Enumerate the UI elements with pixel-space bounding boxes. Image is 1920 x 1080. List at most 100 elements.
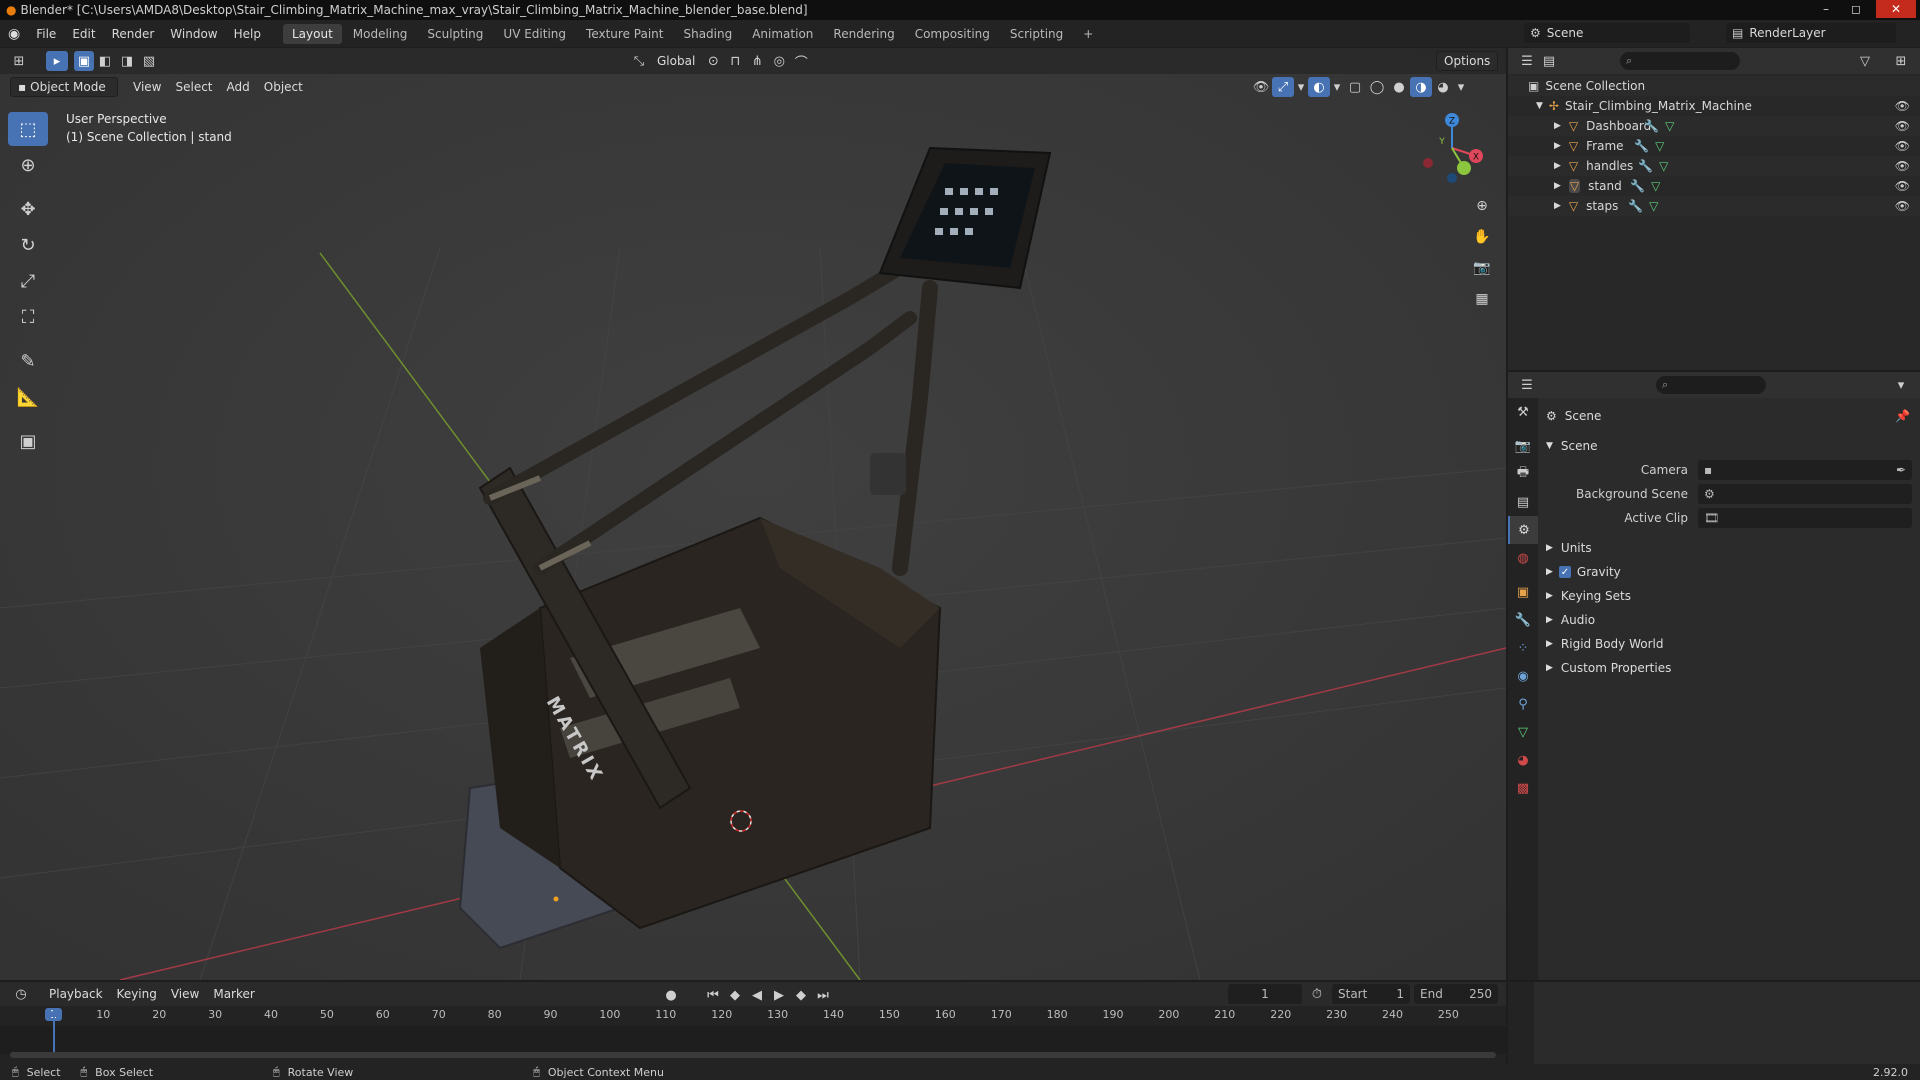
maximize-button[interactable]: ◻ bbox=[1842, 0, 1870, 18]
eye-icon[interactable]: 👁 bbox=[1895, 159, 1910, 173]
jump-end-icon[interactable]: ⏭ bbox=[812, 985, 834, 1005]
object-tab-icon[interactable]: ▣ bbox=[1508, 578, 1538, 606]
timeline-scrollbar[interactable] bbox=[10, 1052, 1496, 1058]
solid-shading-icon[interactable]: ● bbox=[1388, 77, 1410, 97]
display-mode-icon[interactable]: ▤ bbox=[1538, 51, 1560, 71]
annotate-tool-icon[interactable]: ✎ bbox=[8, 344, 48, 378]
menu-view[interactable]: View bbox=[164, 984, 206, 1004]
data-tab-icon[interactable]: ▽ bbox=[1508, 718, 1538, 746]
options-dropdown[interactable]: Options bbox=[1436, 51, 1499, 71]
proportional-edit-icon[interactable]: ◎ bbox=[768, 51, 790, 71]
properties-search-input[interactable]: ⌕ bbox=[1656, 376, 1766, 394]
world-tab-icon[interactable]: ◍ bbox=[1508, 544, 1538, 572]
custom-properties-panel-header[interactable]: ▶ Custom Properties bbox=[1546, 656, 1912, 680]
material-tab-icon[interactable]: ◕ bbox=[1508, 746, 1538, 774]
outliner-row-dashboard[interactable]: ▶ ▽ Dashboard 🔧 ▽ 👁 bbox=[1508, 116, 1920, 136]
modifier-tab-icon[interactable]: 🔧 bbox=[1508, 606, 1538, 634]
expand-right-icon[interactable]: ▶ bbox=[1554, 141, 1561, 151]
chevron-down-icon[interactable]: ▾ bbox=[1890, 375, 1912, 395]
pivot-icon[interactable]: ⊙ bbox=[702, 51, 724, 71]
pan-hand-icon[interactable]: ✋ bbox=[1468, 223, 1496, 251]
menu-keying[interactable]: Keying bbox=[110, 984, 164, 1004]
play-reverse-icon[interactable]: ◀ bbox=[746, 985, 768, 1005]
gizmo-toggle-icon[interactable]: ⤢ bbox=[1272, 77, 1294, 97]
overlay-toggle-icon[interactable]: ◐ bbox=[1308, 77, 1330, 97]
eye-icon[interactable]: 👁 bbox=[1895, 139, 1910, 153]
editor-type-icon[interactable]: ☰ bbox=[1516, 51, 1538, 71]
select-extend-icon[interactable]: ◧ bbox=[94, 51, 116, 71]
snap-target-icon[interactable]: ⋔ bbox=[746, 51, 768, 71]
tool-tab-icon[interactable]: ⚒ bbox=[1508, 398, 1538, 426]
constraints-tab-icon[interactable]: ⚲ bbox=[1508, 690, 1538, 718]
eye-icon[interactable]: 👁 bbox=[1895, 179, 1910, 193]
menu-file[interactable]: File bbox=[28, 27, 64, 41]
expand-right-icon[interactable]: ▶ bbox=[1554, 181, 1561, 191]
tab-animation[interactable]: Animation bbox=[743, 24, 822, 44]
scene-selector[interactable]: ⚙ Scene bbox=[1524, 23, 1690, 43]
pin-icon[interactable]: 📌 bbox=[1895, 409, 1910, 423]
menu-view[interactable]: View bbox=[126, 77, 168, 97]
falloff-icon[interactable]: ⌒ bbox=[790, 51, 812, 71]
menu-help[interactable]: Help bbox=[226, 27, 269, 41]
eye-icon[interactable]: 👁 bbox=[1895, 119, 1910, 133]
editor-type-icon[interactable]: ☰ bbox=[1516, 375, 1538, 395]
perspective-grid-icon[interactable]: ▦ bbox=[1468, 285, 1496, 313]
current-frame-field[interactable]: 1 bbox=[1228, 984, 1302, 1004]
keying-sets-panel-header[interactable]: ▶ Keying Sets bbox=[1546, 584, 1912, 608]
menu-render[interactable]: Render bbox=[104, 27, 163, 41]
record-icon[interactable]: ● bbox=[660, 985, 682, 1005]
next-keyframe-icon[interactable]: ◆ bbox=[790, 985, 812, 1005]
scale-tool-icon[interactable]: ⤢ bbox=[8, 264, 48, 298]
chevron-down-icon[interactable]: ▾ bbox=[1294, 77, 1308, 97]
renderlayer-selector[interactable]: ▤ RenderLayer bbox=[1726, 23, 1896, 43]
select-subtract-icon[interactable]: ◨ bbox=[116, 51, 138, 71]
rigid-body-world-panel-header[interactable]: ▶ Rigid Body World bbox=[1546, 632, 1912, 656]
blender-menu-icon[interactable]: ◉ bbox=[0, 26, 28, 42]
editor-type-icon[interactable]: ◷ bbox=[10, 984, 32, 1004]
chevron-down-icon[interactable]: ▾ bbox=[1330, 77, 1344, 97]
tab-sculpting[interactable]: Sculpting bbox=[418, 24, 492, 44]
new-collection-icon[interactable]: ⊞ bbox=[1890, 51, 1912, 71]
gravity-checkbox[interactable]: ✓ bbox=[1558, 566, 1571, 578]
timeline-ruler[interactable]: 1102030405060708090100110120130140150160… bbox=[0, 1008, 1506, 1026]
tab-compositing[interactable]: Compositing bbox=[906, 24, 999, 44]
expand-right-icon[interactable]: ▶ bbox=[1554, 201, 1561, 211]
gravity-panel-header[interactable]: ▶ ✓ Gravity bbox=[1546, 560, 1912, 584]
timeline-track-area[interactable] bbox=[0, 1008, 1506, 1054]
eye-icon[interactable]: 👁 bbox=[1895, 99, 1910, 113]
physics-tab-icon[interactable]: ◉ bbox=[1508, 662, 1538, 690]
select-box-tool-icon[interactable]: ⬚ bbox=[8, 112, 48, 146]
close-button[interactable]: ✕ bbox=[1876, 0, 1916, 18]
select-intersect-icon[interactable]: ▧ bbox=[138, 51, 160, 71]
tab-shading[interactable]: Shading bbox=[674, 24, 741, 44]
audio-panel-header[interactable]: ▶ Audio bbox=[1546, 608, 1912, 632]
menu-playback[interactable]: Playback bbox=[42, 984, 110, 1004]
prev-keyframe-icon[interactable]: ◆ bbox=[724, 985, 746, 1005]
tab-rendering[interactable]: Rendering bbox=[824, 24, 903, 44]
preview-range-icon[interactable]: ⏱ bbox=[1306, 984, 1328, 1004]
expand-right-icon[interactable]: ▶ bbox=[1554, 121, 1561, 131]
visibility-icon[interactable]: 👁 bbox=[1250, 77, 1272, 97]
camera-view-icon[interactable]: 📷 bbox=[1468, 254, 1496, 282]
outliner-row-collection[interactable]: ▼ ✢ Stair_Climbing_Matrix_Machine 👁 bbox=[1508, 96, 1920, 116]
start-frame-field[interactable]: Start 1 bbox=[1332, 984, 1410, 1004]
snap-icon[interactable]: ⊓ bbox=[724, 51, 746, 71]
xray-icon[interactable]: ▢ bbox=[1344, 77, 1366, 97]
select-set-icon[interactable]: ▣ bbox=[74, 51, 94, 71]
expand-down-icon[interactable]: ▼ bbox=[1536, 101, 1543, 111]
play-icon[interactable]: ▶ bbox=[768, 985, 790, 1005]
outliner-row-scene-collection[interactable]: ▣ Scene Collection bbox=[1508, 76, 1920, 96]
eyedropper-icon[interactable]: ✒ bbox=[1896, 463, 1906, 477]
texture-tab-icon[interactable]: ▩ bbox=[1508, 774, 1538, 802]
eye-icon[interactable]: 👁 bbox=[1895, 199, 1910, 213]
menu-marker[interactable]: Marker bbox=[206, 984, 261, 1004]
wireframe-shading-icon[interactable]: ◯ bbox=[1366, 77, 1388, 97]
cursor-tool-icon[interactable]: ⊕ bbox=[8, 148, 48, 182]
particles-tab-icon[interactable]: ⁘ bbox=[1508, 634, 1538, 662]
tab-modeling[interactable]: Modeling bbox=[344, 24, 417, 44]
viewport-scene[interactable] bbox=[0, 48, 1506, 980]
material-shading-icon[interactable]: ◑ bbox=[1410, 77, 1432, 97]
camera-field[interactable]: ▪ ✒ bbox=[1698, 460, 1912, 480]
outliner-row-stand[interactable]: ▶ ▽ stand 🔧 ▽ 👁 bbox=[1508, 176, 1920, 196]
transform-tool-icon[interactable]: ⛶ bbox=[8, 300, 48, 334]
